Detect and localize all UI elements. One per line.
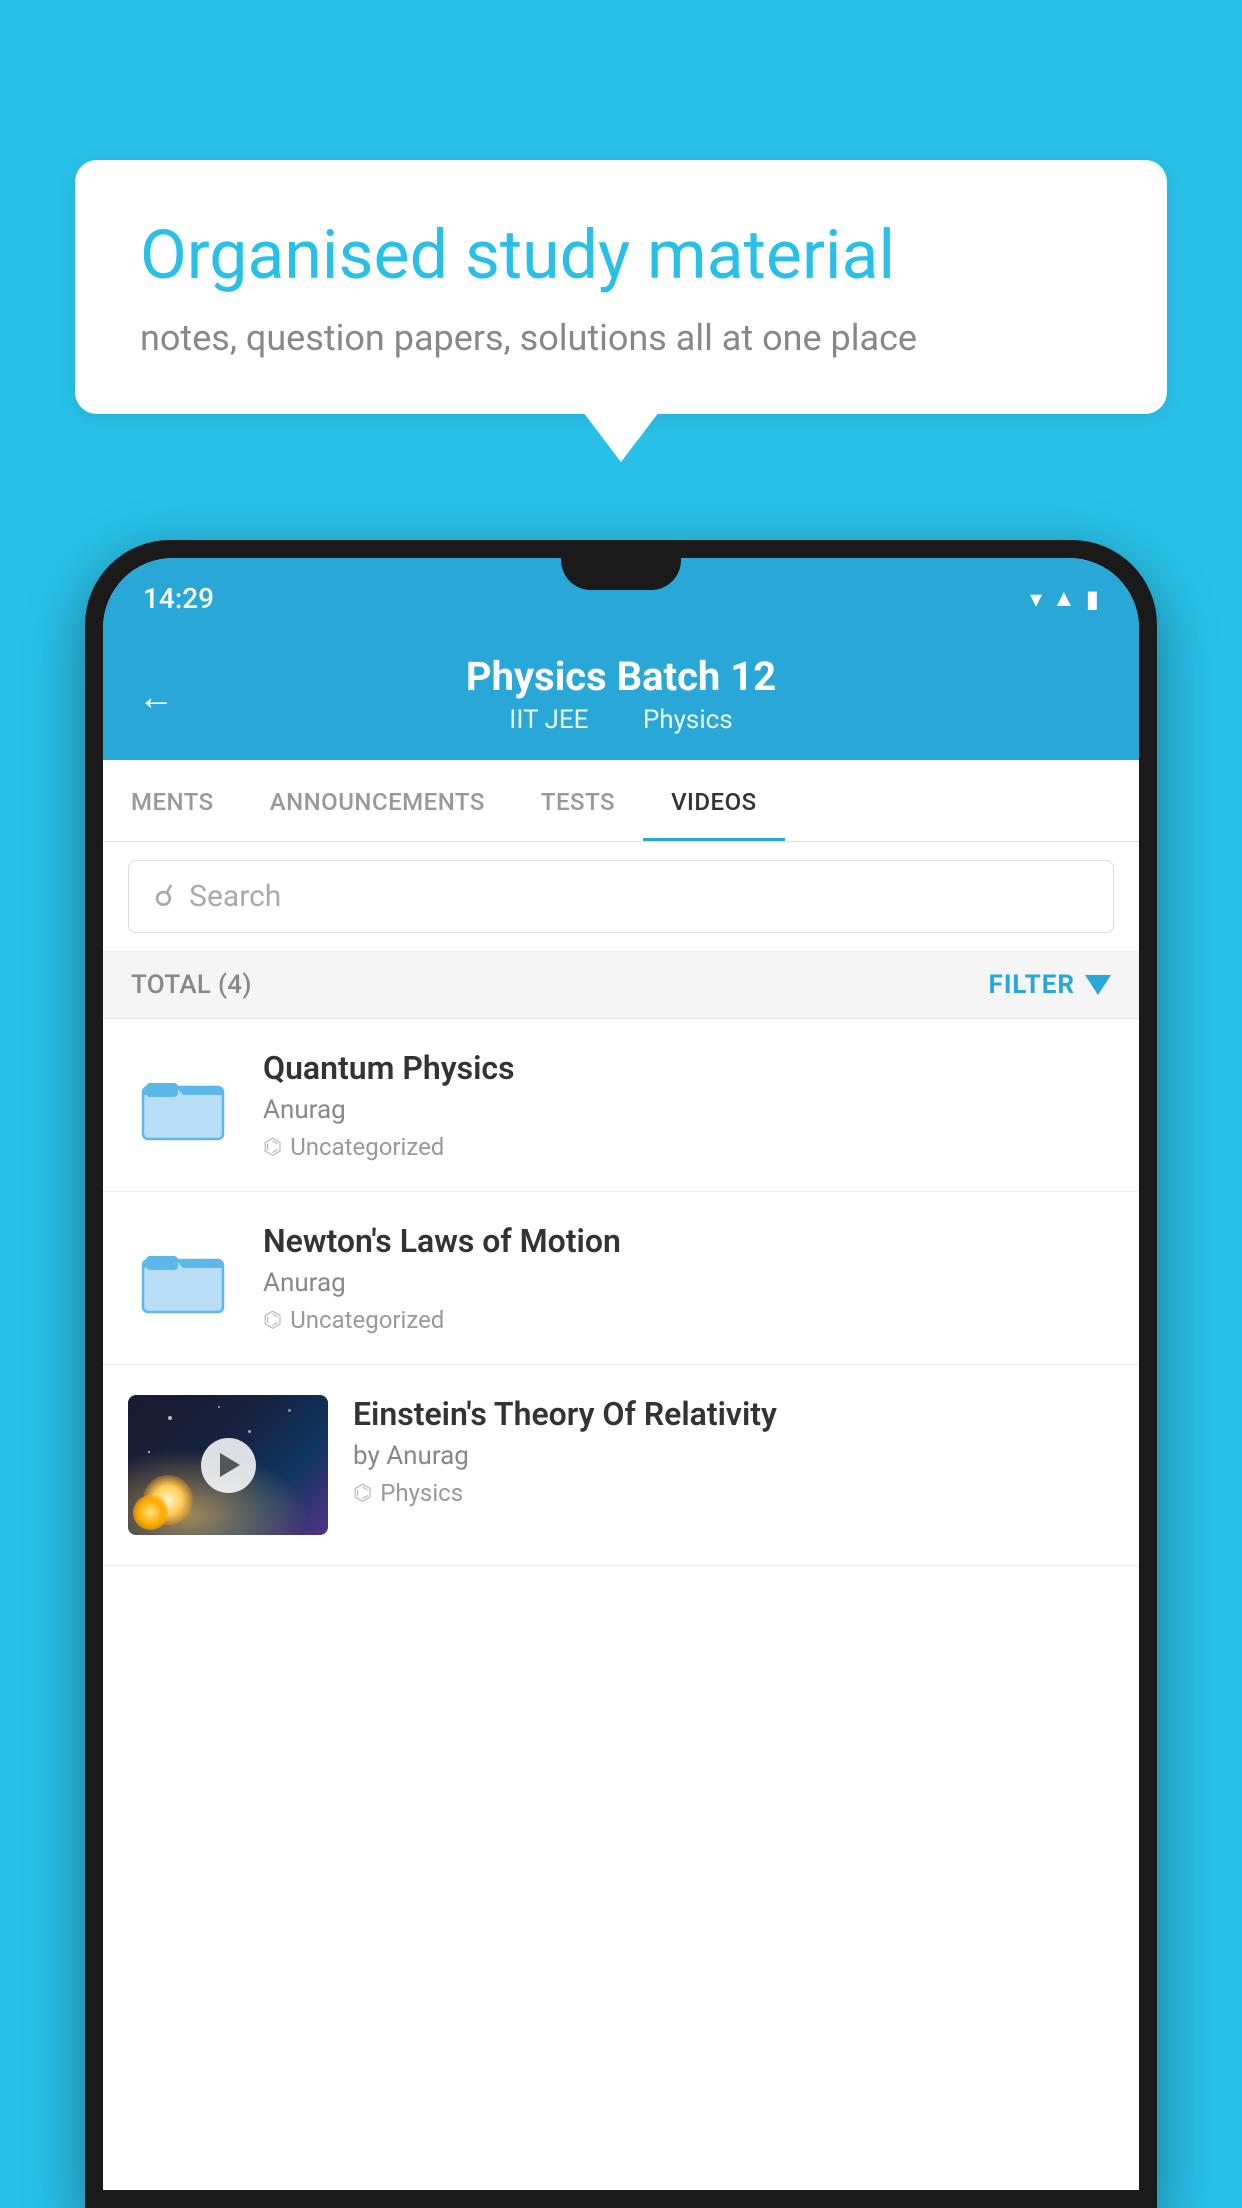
tag-icon-1: ⌬ [263,1135,282,1160]
tab-videos[interactable]: VIDEOS [643,760,785,841]
search-container: ☌ Search [103,842,1139,952]
folder-thumb-1 [128,1058,238,1153]
play-button-3[interactable] [201,1438,256,1493]
tag-icon-2: ⌬ [263,1308,282,1333]
video-title-3: Einstein's Theory Of Relativity [353,1395,1114,1433]
filter-label: FILTER [989,970,1075,1000]
back-button[interactable]: ← [138,676,174,718]
video-info-1: Quantum Physics Anurag ⌬ Uncategorized [263,1049,1114,1161]
app-header: ← Physics Batch 12 IIT JEE Physics [103,633,1139,760]
header-title: Physics Batch 12 [466,653,776,700]
tag-label-2: Uncategorized [290,1306,444,1334]
tag-icon-3: ⌬ [353,1481,372,1506]
video-author-3: by Anurag [353,1441,1114,1471]
phone-frame: 14:29 ▾ ▲ ▮ ← Physics Batch 12 IIT JEE P… [85,540,1157,2208]
video-author-2: Anurag [263,1268,1114,1298]
folder-icon [138,1065,228,1145]
tabs-bar: MENTS ANNOUNCEMENTS TESTS VIDEOS [103,760,1139,842]
search-placeholder: Search [189,879,281,914]
phone-screen: 14:29 ▾ ▲ ▮ ← Physics Batch 12 IIT JEE P… [103,558,1139,2190]
speech-bubble-container: Organised study material notes, question… [75,160,1167,414]
filter-button[interactable]: FILTER [989,970,1111,1000]
tab-tests[interactable]: TESTS [513,760,643,841]
video-list: Quantum Physics Anurag ⌬ Uncategorized [103,1019,1139,2190]
video-tag-1: ⌬ Uncategorized [263,1133,1114,1161]
status-bar: 14:29 ▾ ▲ ▮ [103,558,1139,633]
tab-announcements[interactable]: ANNOUNCEMENTS [242,760,513,841]
speech-bubble: Organised study material notes, question… [75,160,1167,414]
bubble-title: Organised study material [140,215,1102,297]
list-item[interactable]: Newton's Laws of Motion Anurag ⌬ Uncateg… [103,1192,1139,1365]
status-time: 14:29 [143,582,214,615]
header-subtitle-iit: IIT JEE [509,705,588,735]
filter-icon [1085,975,1111,995]
video-tag-3: ⌬ Physics [353,1479,1114,1507]
tab-ments[interactable]: MENTS [103,760,242,841]
search-icon: ☌ [154,879,174,914]
video-author-1: Anurag [263,1095,1114,1125]
list-item[interactable]: Einstein's Theory Of Relativity by Anura… [103,1365,1139,1566]
bubble-subtitle: notes, question papers, solutions all at… [140,317,1102,359]
video-thumbnail-3 [128,1395,328,1535]
header-subtitle-physics: Physics [643,705,733,735]
status-icons: ▾ ▲ ▮ [1030,584,1099,613]
tag-label-1: Uncategorized [290,1133,444,1161]
search-bar[interactable]: ☌ Search [128,860,1114,933]
header-subtitle: IIT JEE Physics [497,705,744,735]
play-triangle-icon [220,1453,240,1477]
tag-label-3: Physics [380,1479,463,1507]
folder-icon [138,1238,228,1318]
video-title-1: Quantum Physics [263,1049,1114,1087]
folder-thumb-2 [128,1231,238,1326]
wifi-icon: ▾ [1030,585,1042,613]
video-tag-2: ⌬ Uncategorized [263,1306,1114,1334]
video-info-2: Newton's Laws of Motion Anurag ⌬ Uncateg… [263,1222,1114,1334]
notch [561,558,681,590]
filter-bar: TOTAL (4) FILTER [103,952,1139,1019]
total-count: TOTAL (4) [131,970,252,1000]
video-title-2: Newton's Laws of Motion [263,1222,1114,1260]
signal-icon: ▲ [1052,584,1076,613]
battery-icon: ▮ [1086,585,1099,613]
list-item[interactable]: Quantum Physics Anurag ⌬ Uncategorized [103,1019,1139,1192]
video-info-3: Einstein's Theory Of Relativity by Anura… [353,1395,1114,1507]
